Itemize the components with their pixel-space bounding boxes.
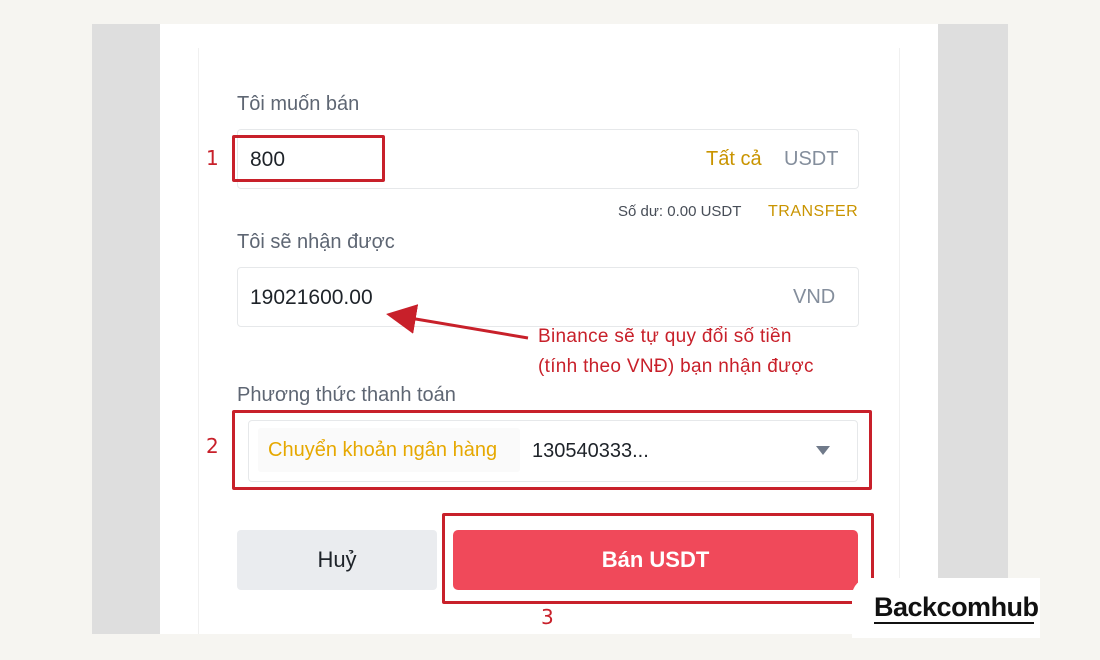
- step3-number: 3: [541, 605, 554, 629]
- step1-highlight-box: [232, 135, 385, 182]
- left-gray-margin: [92, 24, 160, 634]
- sell-amount-label: Tôi muốn bán: [237, 93, 360, 115]
- right-gray-margin: [938, 24, 1008, 634]
- step2-number: 2: [206, 434, 219, 458]
- payment-method-label: Phương thức thanh toán: [237, 384, 456, 406]
- cancel-button[interactable]: Huỷ: [237, 530, 437, 590]
- receive-amount-value: 19021600.00: [250, 286, 373, 309]
- sell-unit-label: USDT: [784, 148, 839, 170]
- annotation-note-line2: (tính theo VNĐ) bạn nhận được: [538, 356, 814, 377]
- step1-number: 1: [206, 146, 219, 170]
- sell-all-link[interactable]: Tất cả: [706, 148, 762, 171]
- balance-text: Số dư: 0.00 USDT: [618, 203, 742, 220]
- logo-underline: [874, 622, 1034, 624]
- annotation-arrow-icon: [386, 304, 529, 340]
- step3-highlight-box: [442, 513, 874, 604]
- backcomhub-logo: Backcomhub: [874, 592, 1039, 622]
- receive-unit-label: VND: [793, 286, 836, 308]
- transfer-link[interactable]: TRANSFER: [768, 203, 858, 221]
- annotation-note-line1: Binance sẽ tự quy đổi số tiền: [538, 326, 792, 347]
- step2-highlight-box: [232, 410, 872, 490]
- receive-amount-label: Tôi sẽ nhận được: [237, 231, 395, 253]
